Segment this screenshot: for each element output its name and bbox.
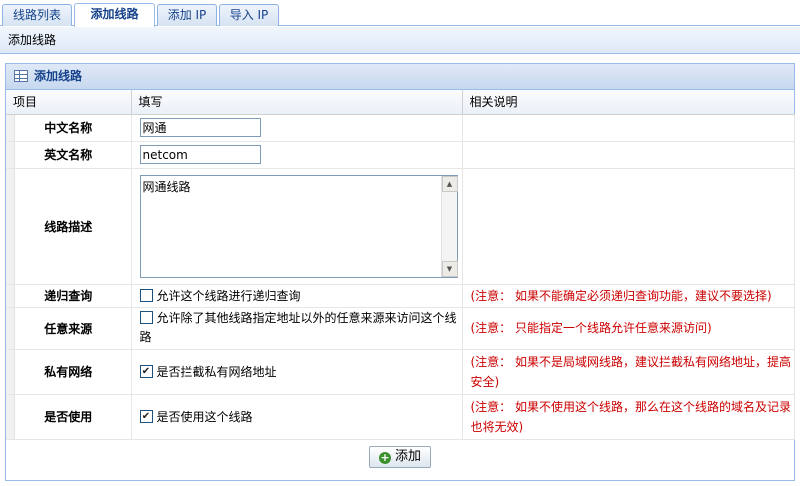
column-header-item: 项目 bbox=[6, 90, 132, 115]
tab-add-line[interactable]: 添加线路 bbox=[74, 3, 155, 27]
tab-line-list[interactable]: 线路列表 bbox=[2, 4, 72, 26]
any-source-option[interactable]: 允许除了其他线路指定地址以外的任意来源来访问这个线路 bbox=[131, 307, 463, 350]
desc-textarea[interactable]: 网通线路 bbox=[140, 175, 441, 277]
en-name-input[interactable] bbox=[139, 145, 261, 164]
private-net-check-label: 是否拦截私有网络地址 bbox=[156, 365, 277, 379]
any-source-checkbox[interactable] bbox=[139, 311, 153, 324]
column-header-desc: 相关说明 bbox=[462, 90, 794, 115]
cn-name-label: 中文名称 bbox=[6, 114, 132, 142]
textarea-scrollbar[interactable]: ▲ ▼ bbox=[440, 175, 458, 277]
panel-title: 添加线路 bbox=[34, 69, 83, 83]
scroll-down-icon[interactable]: ▼ bbox=[441, 260, 458, 277]
panel-header: 添加线路 bbox=[6, 64, 794, 90]
private-net-label: 私有网络 bbox=[6, 349, 132, 395]
recursive-label: 递归查询 bbox=[6, 284, 132, 308]
enabled-note: (注意： 如果不使用这个线路，那么在这个线路的域名及记录也将无效) bbox=[462, 394, 795, 440]
column-header-fill: 填写 bbox=[131, 90, 463, 115]
add-button-label: 添加 bbox=[394, 448, 421, 464]
add-line-panel: 添加线路 项目 填写 相关说明 中文名称 英文名称 线路描述 网通线路 ▲ bbox=[5, 63, 795, 481]
cn-name-input[interactable] bbox=[139, 118, 261, 137]
desc-textarea-box: 网通线路 ▲ ▼ bbox=[139, 174, 458, 278]
scroll-up-icon[interactable]: ▲ bbox=[441, 175, 458, 192]
grid-icon bbox=[14, 70, 28, 82]
enabled-label: 是否使用 bbox=[6, 394, 132, 440]
private-net-option[interactable]: 是否拦截私有网络地址 bbox=[131, 349, 463, 395]
plus-icon: + bbox=[378, 450, 391, 464]
recursive-option[interactable]: 允许这个线路进行递归查询 bbox=[131, 284, 463, 308]
form-table: 项目 填写 相关说明 中文名称 英文名称 线路描述 网通线路 ▲ ▼ bbox=[6, 90, 795, 440]
enabled-checkbox[interactable] bbox=[139, 410, 153, 423]
any-source-note: (注意： 只能指定一个线路允许任意来源访问) bbox=[462, 307, 795, 350]
tab-import-ip[interactable]: 导入 IP bbox=[219, 4, 279, 26]
desc-label: 线路描述 bbox=[6, 168, 132, 285]
any-source-check-label: 允许除了其他线路指定地址以外的任意来源来访问这个线路 bbox=[139, 311, 457, 344]
enabled-option[interactable]: 是否使用这个线路 bbox=[131, 394, 463, 440]
recursive-check-label: 允许这个线路进行递归查询 bbox=[156, 289, 301, 303]
en-name-label: 英文名称 bbox=[6, 141, 132, 169]
private-net-checkbox[interactable] bbox=[139, 365, 153, 378]
add-button[interactable]: + 添加 bbox=[368, 445, 431, 468]
recursive-checkbox[interactable] bbox=[139, 289, 153, 302]
private-net-note: (注意： 如果不是局域网线路，建议拦截私有网络地址，提高安全) bbox=[462, 349, 795, 395]
recursive-note: (注意： 如果不能确定必须递归查询功能，建议不要选择) bbox=[462, 284, 795, 308]
any-source-label: 任意来源 bbox=[6, 307, 132, 350]
page-subtitle: 添加线路 bbox=[0, 27, 800, 54]
tab-bar: 线路列表 添加线路 添加 IP 导入 IP bbox=[0, 0, 800, 27]
enabled-check-label: 是否使用这个线路 bbox=[156, 410, 253, 424]
tab-add-ip[interactable]: 添加 IP bbox=[157, 4, 217, 26]
